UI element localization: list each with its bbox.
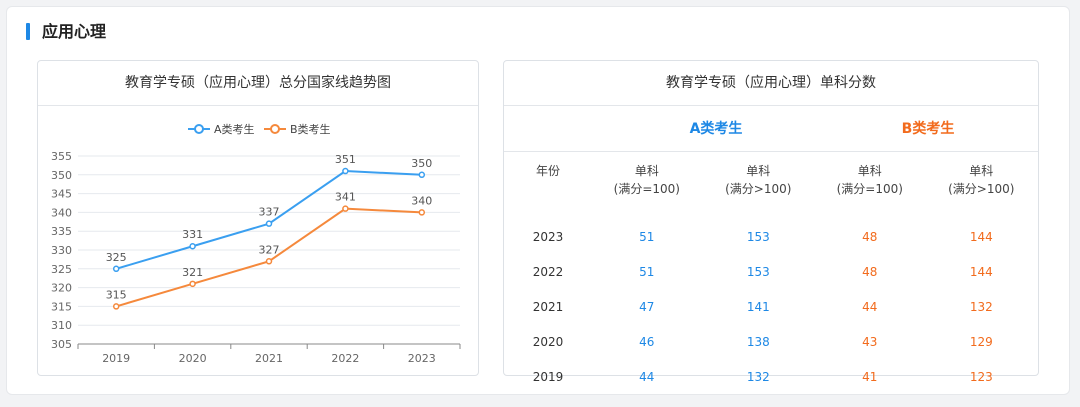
data-point	[265, 220, 273, 227]
data-point	[418, 209, 426, 216]
data-point	[189, 242, 196, 250]
y-tick-label: 355	[51, 150, 72, 163]
x-tick-label: 2022	[331, 352, 359, 365]
data-label: 340	[411, 194, 432, 207]
group-header-row: A类考生 B类考生	[504, 105, 1038, 152]
data-label: 341	[335, 191, 356, 204]
cell-b-le100: 48	[862, 229, 878, 244]
cell-b-gt100: 129	[969, 334, 993, 349]
y-tick-label: 350	[51, 169, 72, 182]
x-tick-label: 2023	[408, 352, 436, 365]
table-title: 教育学专硕（应用心理）单科分数	[504, 61, 1038, 106]
x-tick-label: 2019	[102, 352, 130, 365]
legend-marker	[194, 124, 204, 134]
data-label: 351	[335, 153, 356, 166]
cell-a-gt100: 141	[746, 299, 770, 314]
chart-title: 教育学专硕（应用心理）总分国家线趋势图	[38, 61, 478, 106]
section-title: 应用心理	[42, 22, 107, 41]
cell-b-le100: 44	[862, 299, 878, 314]
data-label: 331	[182, 228, 203, 241]
y-tick-label: 315	[51, 300, 72, 313]
cell-a-gt100: 153	[746, 229, 770, 244]
cell-b-le100: 41	[862, 369, 878, 384]
cell-year: 2019	[532, 369, 564, 384]
data-point	[112, 265, 120, 273]
cell-a-le100: 46	[639, 334, 655, 349]
header-b-le100: 单科 (满分=100)	[836, 164, 903, 196]
group-a-label: A类考生	[689, 121, 743, 137]
cell-year: 2023	[532, 229, 564, 244]
legend-label: B类考生	[290, 122, 331, 136]
table-row: 2022 51 153 48 144	[504, 254, 1038, 289]
data-label: 315	[106, 288, 127, 301]
data-point	[418, 171, 426, 179]
subject-score-card: 教育学专硕（应用心理）单科分数 A类考生 B类考生 年份 单科 (满分=100) …	[503, 60, 1039, 384]
header-year: 年份	[536, 164, 561, 178]
cell-b-le100: 43	[862, 334, 878, 349]
cell-a-gt100: 132	[746, 369, 770, 384]
header-a-gt100: 单科 (满分>100)	[725, 164, 792, 196]
y-tick-label: 320	[51, 282, 72, 295]
x-tick-label: 2021	[255, 352, 283, 365]
data-label: 350	[411, 157, 432, 170]
y-tick-label: 335	[51, 225, 72, 238]
cell-b-gt100: 144	[969, 229, 993, 244]
table-row: 2023 51 153 48 144	[504, 219, 1038, 254]
header-a-le100: 单科 (满分=100)	[613, 164, 680, 196]
y-tick-label: 330	[51, 244, 72, 257]
cell-b-le100: 48	[862, 264, 878, 279]
data-label: 327	[259, 243, 280, 256]
table-row: 2021 47 141 44 132	[504, 289, 1038, 324]
cell-a-gt100: 138	[746, 334, 770, 349]
table-header-row: 年份 单科 (满分=100) 单科 (满分>100) 单科 (满分=100) 单科 (满…	[504, 152, 1038, 219]
table-row: 2020 46 138 43 129	[504, 324, 1038, 359]
cell-year: 2022	[532, 264, 564, 279]
section-accent-bar	[26, 23, 30, 40]
cell-b-gt100: 132	[969, 299, 993, 314]
x-tick-label: 2020	[179, 352, 207, 365]
cell-a-le100: 51	[639, 229, 655, 244]
data-point	[342, 205, 349, 212]
cell-year: 2021	[532, 299, 564, 314]
cell-b-gt100: 123	[969, 369, 993, 384]
y-tick-label: 305	[51, 338, 72, 351]
table-row: 2019 44 132 41 123	[504, 359, 1038, 394]
legend-marker	[270, 124, 280, 134]
y-tick-label: 340	[51, 206, 72, 219]
y-tick-label: 310	[51, 319, 72, 332]
data-point	[265, 258, 273, 265]
data-point	[342, 167, 349, 175]
trend-chart-card: 教育学专硕（应用心理）总分国家线趋势图 305 310 315 320 325 330 33…	[37, 60, 479, 376]
cell-a-le100: 44	[639, 369, 655, 384]
y-tick-label: 325	[51, 263, 72, 276]
subject-score-table: 年份 单科 (满分=100) 单科 (满分>100) 单科 (满分=100) 单科 (满…	[504, 152, 1038, 394]
data-label: 337	[259, 206, 280, 219]
group-b-label: B类考生	[901, 121, 955, 137]
data-label: 321	[182, 266, 203, 279]
cell-a-le100: 51	[639, 264, 655, 279]
data-label: 325	[106, 251, 127, 264]
trend-line-chart: 305 310 315 320 325 330 335 340 345 350 355 2019 202…	[51, 122, 461, 365]
data-point	[112, 303, 120, 310]
cell-b-gt100: 144	[969, 264, 993, 279]
legend-label: A类考生	[214, 122, 255, 136]
cell-year: 2020	[532, 334, 564, 349]
y-tick-label: 345	[51, 188, 72, 201]
header-b-gt100: 单科 (满分>100)	[948, 164, 1015, 196]
cell-a-gt100: 153	[746, 264, 770, 279]
data-point	[189, 280, 196, 288]
cell-a-le100: 47	[639, 299, 655, 314]
